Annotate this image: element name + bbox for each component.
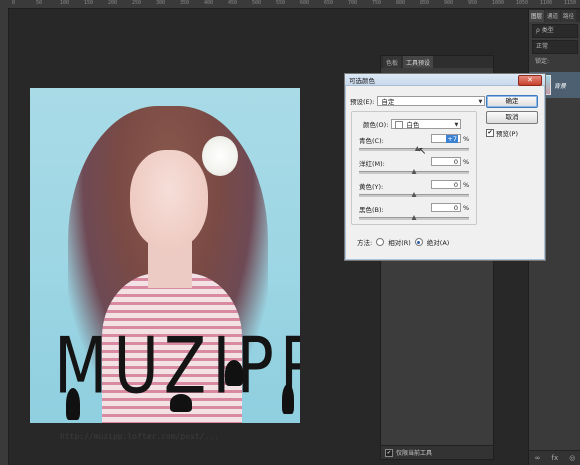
chevron-down-icon: ▼	[454, 122, 459, 128]
preview-option[interactable]: ✔ 预览(P)	[486, 128, 518, 138]
yellow-label: 黄色(Y):	[359, 183, 384, 191]
black-input[interactable]: 0	[431, 203, 461, 212]
ruler-tick-label: 450	[228, 0, 238, 6]
ruler-tick-label: 350	[180, 0, 190, 6]
ruler-tick-label: 150	[84, 0, 94, 6]
layers-footer: ∞ fx ◎	[529, 450, 580, 465]
cancel-button[interactable]: 取消	[486, 111, 538, 124]
preview-label: 预览(P)	[496, 130, 518, 138]
colors-value: 白色	[406, 121, 420, 129]
link-layers-icon[interactable]: ∞	[535, 454, 541, 462]
percent-label: %	[463, 158, 470, 166]
url-watermark: http://muzipp.lofter.com/post/...	[60, 432, 219, 441]
method-label: 方法:	[357, 239, 373, 247]
absolute-label: 绝对(A)	[426, 239, 450, 247]
tab-tool-presets[interactable]: 工具预设	[403, 56, 434, 68]
ruler-tick-label: 700	[348, 0, 358, 6]
photo-face	[130, 150, 208, 250]
ruler-tick-label: 1050	[516, 0, 529, 6]
current-tool-only-checkbox[interactable]: ✔	[385, 448, 393, 457]
ruler-tick-label: 400	[204, 0, 214, 6]
photo-flower	[202, 136, 238, 176]
ruler-tick-label: 1000	[492, 0, 505, 6]
magenta-track[interactable]	[359, 169, 469, 174]
cyan-label: 青色(C):	[359, 137, 384, 145]
yellow-input[interactable]: 0	[431, 180, 461, 189]
preset-value: 自定	[381, 98, 395, 106]
cyan-value: +7	[446, 135, 458, 143]
mouse-cursor-icon: ↖	[418, 146, 427, 157]
layers-panel-tabs: 图层 通道 路径	[529, 10, 580, 22]
relative-label: 相对(R)	[388, 239, 411, 247]
tab-layers[interactable]: 图层	[529, 10, 545, 22]
preset-row: 预设(E): 自定 ▼ ☰	[350, 96, 497, 106]
blend-mode-select[interactable]: 正常	[532, 40, 578, 54]
tab-swatches[interactable]: 色板	[383, 56, 402, 68]
cyan-input[interactable]: +7	[431, 134, 461, 143]
ruler-tick-label: 50	[36, 0, 43, 6]
ruler-tick-label: 650	[324, 0, 334, 6]
percent-label: %	[463, 181, 470, 189]
silhouette-figure	[225, 360, 243, 386]
ruler-tick-label: 250	[132, 0, 142, 6]
current-tool-only-label: 仅限当前工具	[396, 450, 433, 457]
method-row: 方法: 相对(R) 绝对(A)	[357, 237, 449, 247]
layer-name: 背景	[554, 82, 567, 90]
panel-footer: ✔ 仅限当前工具	[381, 445, 493, 459]
ruler-tick-label: 900	[444, 0, 454, 6]
percent-label: %	[463, 204, 470, 212]
ruler-tick-label: 600	[300, 0, 310, 6]
chevron-down-icon: ▼	[478, 99, 483, 105]
dialog-title: 可选颜色	[349, 77, 375, 85]
ruler-tick-label: 0	[12, 0, 16, 6]
ruler-tick-label: 200	[108, 0, 118, 6]
ruler-tick-label: 1150	[564, 0, 577, 6]
absolute-radio[interactable]	[414, 238, 423, 246]
ok-button[interactable]: 确定	[486, 95, 538, 108]
horizontal-ruler: 0 50 100 150 200 250 300 350 400 450 500 550 600 650 7…	[0, 0, 580, 9]
ruler-tick-label: 1100	[540, 0, 553, 6]
tab-channels[interactable]: 通道	[545, 10, 561, 22]
preset-label: 预设(E):	[350, 98, 375, 106]
colors-label: 颜色(O):	[363, 121, 389, 129]
percent-label: %	[463, 135, 470, 143]
silhouette-figure	[170, 394, 192, 412]
silhouette-figure	[66, 388, 80, 420]
photo-image: MUZIPP	[30, 88, 300, 423]
tab-paths[interactable]: 路径	[561, 10, 577, 22]
silhouette-figure	[282, 384, 294, 414]
preview-checkbox[interactable]: ✔	[486, 129, 494, 137]
panel-tabs: 色板 工具预设	[381, 56, 493, 68]
lock-label: 锁定:	[535, 58, 550, 65]
vertical-ruler	[0, 8, 9, 465]
colors-row: 颜色(O): 白色 ▼	[363, 119, 462, 129]
colors-select[interactable]: 白色 ▼	[391, 119, 462, 129]
layer-style-icon[interactable]: fx	[552, 454, 559, 462]
layer-filter-select[interactable]: ρ 类型	[532, 24, 578, 38]
ruler-tick-label: 850	[420, 0, 430, 6]
black-label: 黑色(B):	[359, 206, 384, 214]
relative-radio[interactable]	[376, 238, 385, 246]
magenta-label: 洋红(M):	[359, 160, 385, 168]
close-button[interactable]: ✕	[518, 75, 542, 86]
ruler-tick-label: 300	[156, 0, 166, 6]
ruler-tick-label: 750	[372, 0, 382, 6]
dialog-titlebar[interactable]: 可选颜色 ✕	[345, 74, 545, 86]
color-swatch	[395, 121, 404, 129]
ruler-tick-label: 950	[468, 0, 478, 6]
ruler-tick-label: 500	[252, 0, 262, 6]
magenta-input[interactable]: 0	[431, 157, 461, 166]
ruler-tick-label: 800	[396, 0, 406, 6]
selective-color-dialog: 可选颜色 ✕ 预设(E): 自定 ▼ ☰ 颜色(O): 白色 ▼ 青色(C): …	[344, 73, 546, 261]
layer-mask-icon[interactable]: ◎	[569, 454, 575, 462]
preset-select[interactable]: 自定 ▼	[377, 96, 486, 106]
ruler-tick-label: 100	[60, 0, 70, 6]
ruler-tick-label: 550	[276, 0, 286, 6]
cyan-track[interactable]	[359, 146, 469, 151]
black-track[interactable]	[359, 215, 469, 220]
yellow-track[interactable]	[359, 192, 469, 197]
